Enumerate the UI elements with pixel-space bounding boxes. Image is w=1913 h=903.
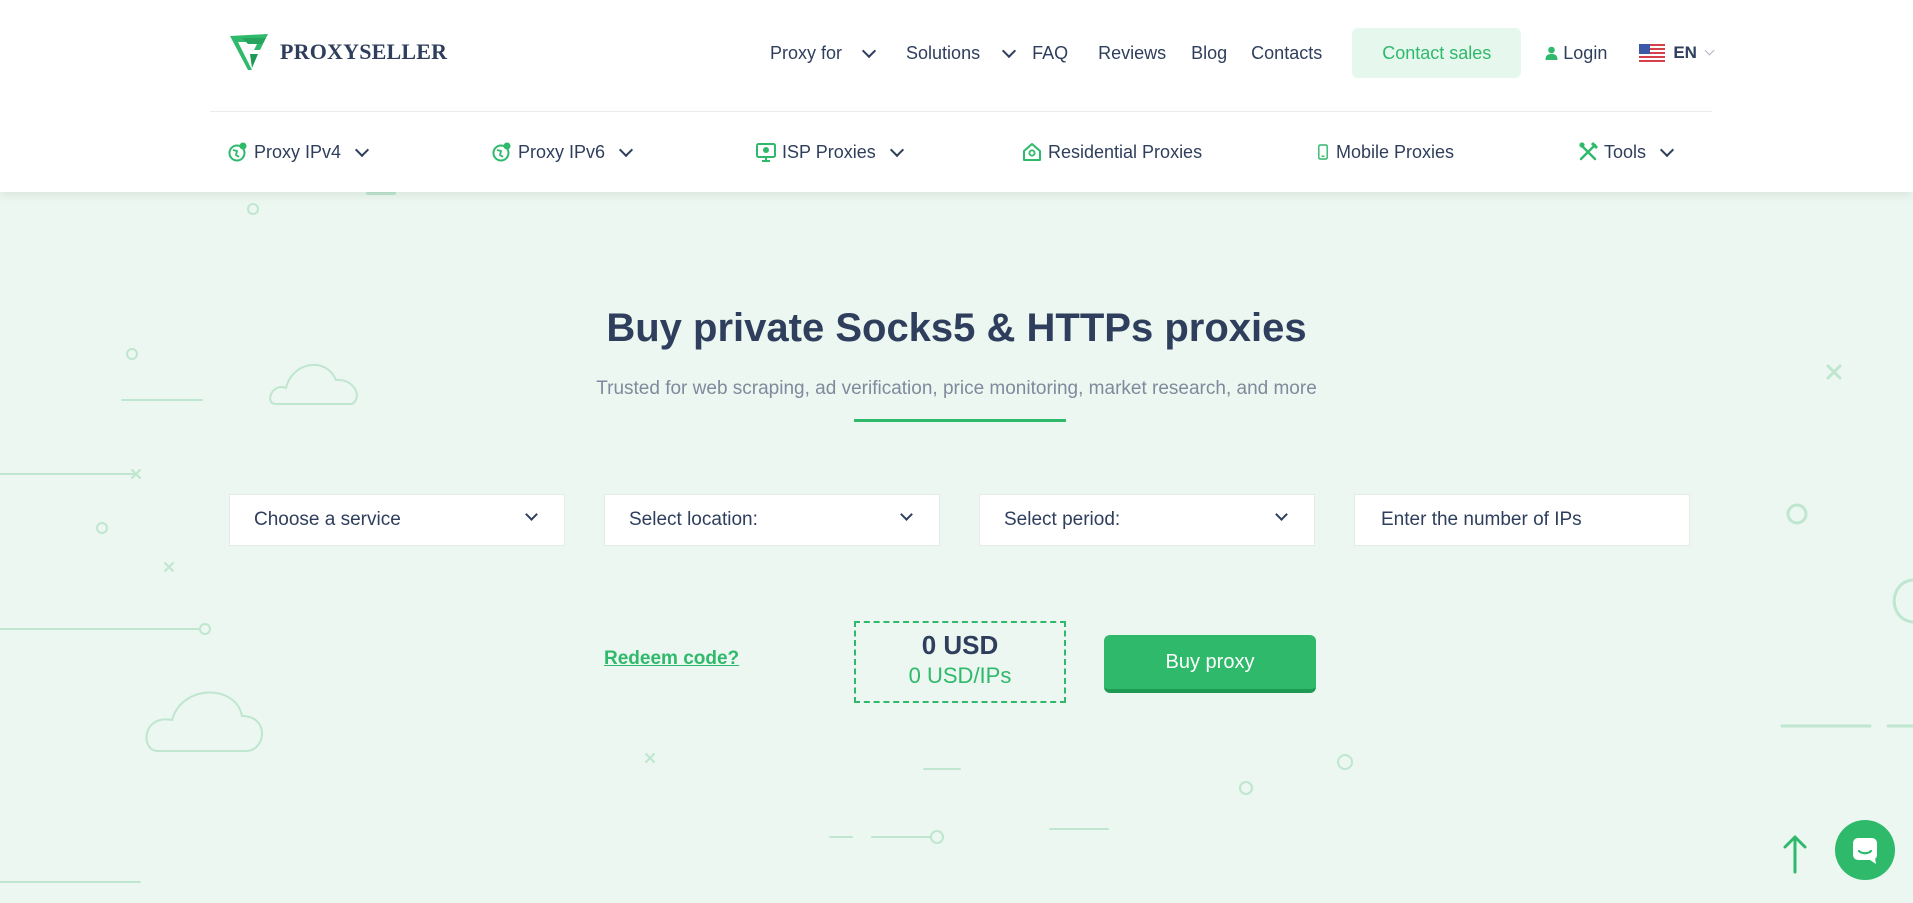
redeem-code-link[interactable]: Redeem code? bbox=[604, 648, 739, 670]
chevron-down-icon bbox=[1659, 142, 1675, 157]
monitor-icon bbox=[756, 143, 776, 162]
chat-widget-button[interactable] bbox=[1835, 820, 1895, 880]
chevron-down-icon bbox=[1704, 45, 1715, 56]
subnav-item-proxy-ipv6[interactable]: Proxy IPv6 bbox=[492, 132, 634, 172]
site-header: PROXYSELLER Proxy for Solutions FAQ Revi… bbox=[0, 0, 1913, 192]
subnav-item-label: Tools bbox=[1604, 141, 1647, 162]
top-navigation: Proxy for Solutions FAQ Reviews Blog Con… bbox=[770, 28, 1715, 78]
nav-faq[interactable]: FAQ bbox=[1032, 43, 1068, 64]
user-icon bbox=[1545, 46, 1558, 60]
total-price: 0 USD bbox=[921, 630, 999, 660]
product-navigation: Proxy IPv4 Proxy IPv6 ISP Proxies Reside… bbox=[0, 132, 1913, 172]
logo-mark-icon bbox=[230, 34, 268, 70]
location-select[interactable]: Select location: bbox=[604, 494, 940, 546]
home-icon bbox=[1023, 143, 1041, 161]
nav-solutions[interactable]: Solutions bbox=[906, 42, 1017, 64]
login-link[interactable]: Login bbox=[1545, 43, 1607, 64]
chevron-down-icon bbox=[618, 142, 634, 157]
language-label: EN bbox=[1673, 43, 1697, 62]
period-select[interactable]: Select period: bbox=[979, 494, 1315, 546]
contact-sales-button[interactable]: Contact sales bbox=[1352, 28, 1522, 78]
buy-proxy-button[interactable]: Buy proxy bbox=[1104, 635, 1316, 693]
globe-icon bbox=[492, 142, 511, 162]
hero-underline bbox=[854, 419, 1066, 422]
hero-subtitle: Trusted for web scraping, ad verificatio… bbox=[596, 378, 1317, 399]
chevron-down-icon bbox=[1002, 43, 1017, 58]
us-flag-icon bbox=[1639, 44, 1666, 62]
subnav-item-label: ISP Proxies bbox=[782, 141, 876, 162]
chevron-down-icon bbox=[1275, 508, 1288, 521]
nav-blog[interactable]: Blog bbox=[1191, 43, 1227, 64]
ip-count-input[interactable] bbox=[1379, 508, 1665, 532]
subnav-item-label: Proxy IPv4 bbox=[254, 141, 342, 162]
price-per-ip: 0 USD/IPs bbox=[908, 663, 1012, 688]
chevron-down-icon bbox=[889, 142, 904, 157]
subnav-item-label: Residential Proxies bbox=[1048, 141, 1203, 162]
logo[interactable]: PROXYSELLER bbox=[228, 30, 447, 74]
login-label: Login bbox=[1563, 42, 1608, 63]
globe-icon bbox=[228, 142, 247, 162]
nav-contacts-label: Contacts bbox=[1251, 42, 1323, 63]
ip-count-field[interactable] bbox=[1354, 494, 1690, 546]
tools-icon bbox=[1579, 141, 1598, 161]
period-select-label: Select period: bbox=[1004, 509, 1121, 530]
header-divider bbox=[210, 111, 1712, 112]
scroll-to-top-icon[interactable] bbox=[1782, 834, 1808, 874]
subnav-item-tools[interactable]: Tools bbox=[1578, 132, 1675, 172]
subnav-item-mobile-proxies[interactable]: Mobile Proxies bbox=[1316, 132, 1454, 172]
subnav-item-label: Proxy IPv6 bbox=[518, 141, 606, 162]
nav-reviews[interactable]: Reviews bbox=[1098, 43, 1166, 64]
location-select-label: Select location: bbox=[629, 509, 758, 530]
nav-reviews-label: Reviews bbox=[1098, 42, 1167, 63]
language-selector[interactable]: EN bbox=[1639, 43, 1715, 63]
subnav-item-isp-proxies[interactable]: ISP Proxies bbox=[756, 132, 904, 172]
hero-title: Buy private Socks5 & HTTPs proxies bbox=[606, 306, 1307, 350]
subnav-item-residential-proxies[interactable]: Residential Proxies bbox=[1022, 132, 1202, 172]
chevron-down-icon bbox=[525, 508, 538, 521]
nav-proxy-for-label: Proxy for bbox=[770, 42, 843, 63]
nav-blog-label: Blog bbox=[1191, 42, 1228, 63]
phone-icon bbox=[1318, 144, 1328, 160]
subnav-item-label: Mobile Proxies bbox=[1336, 141, 1455, 162]
nav-faq-label: FAQ bbox=[1032, 42, 1069, 63]
service-select[interactable]: Choose a service bbox=[229, 494, 565, 546]
chevron-down-icon bbox=[900, 508, 913, 521]
service-select-label: Choose a service bbox=[254, 509, 401, 530]
nav-proxy-for[interactable]: Proxy for bbox=[770, 42, 877, 64]
chevron-down-icon bbox=[354, 142, 370, 157]
logo-text: PROXYSELLER bbox=[280, 39, 448, 64]
chat-icon bbox=[1853, 838, 1877, 864]
subnav-item-proxy-ipv4[interactable]: Proxy IPv4 bbox=[228, 132, 370, 172]
price-summary: 0 USD 0 USD/IPs bbox=[854, 621, 1066, 703]
nav-contacts[interactable]: Contacts bbox=[1251, 43, 1322, 64]
nav-solutions-label: Solutions bbox=[906, 42, 981, 63]
chevron-down-icon bbox=[861, 43, 877, 58]
